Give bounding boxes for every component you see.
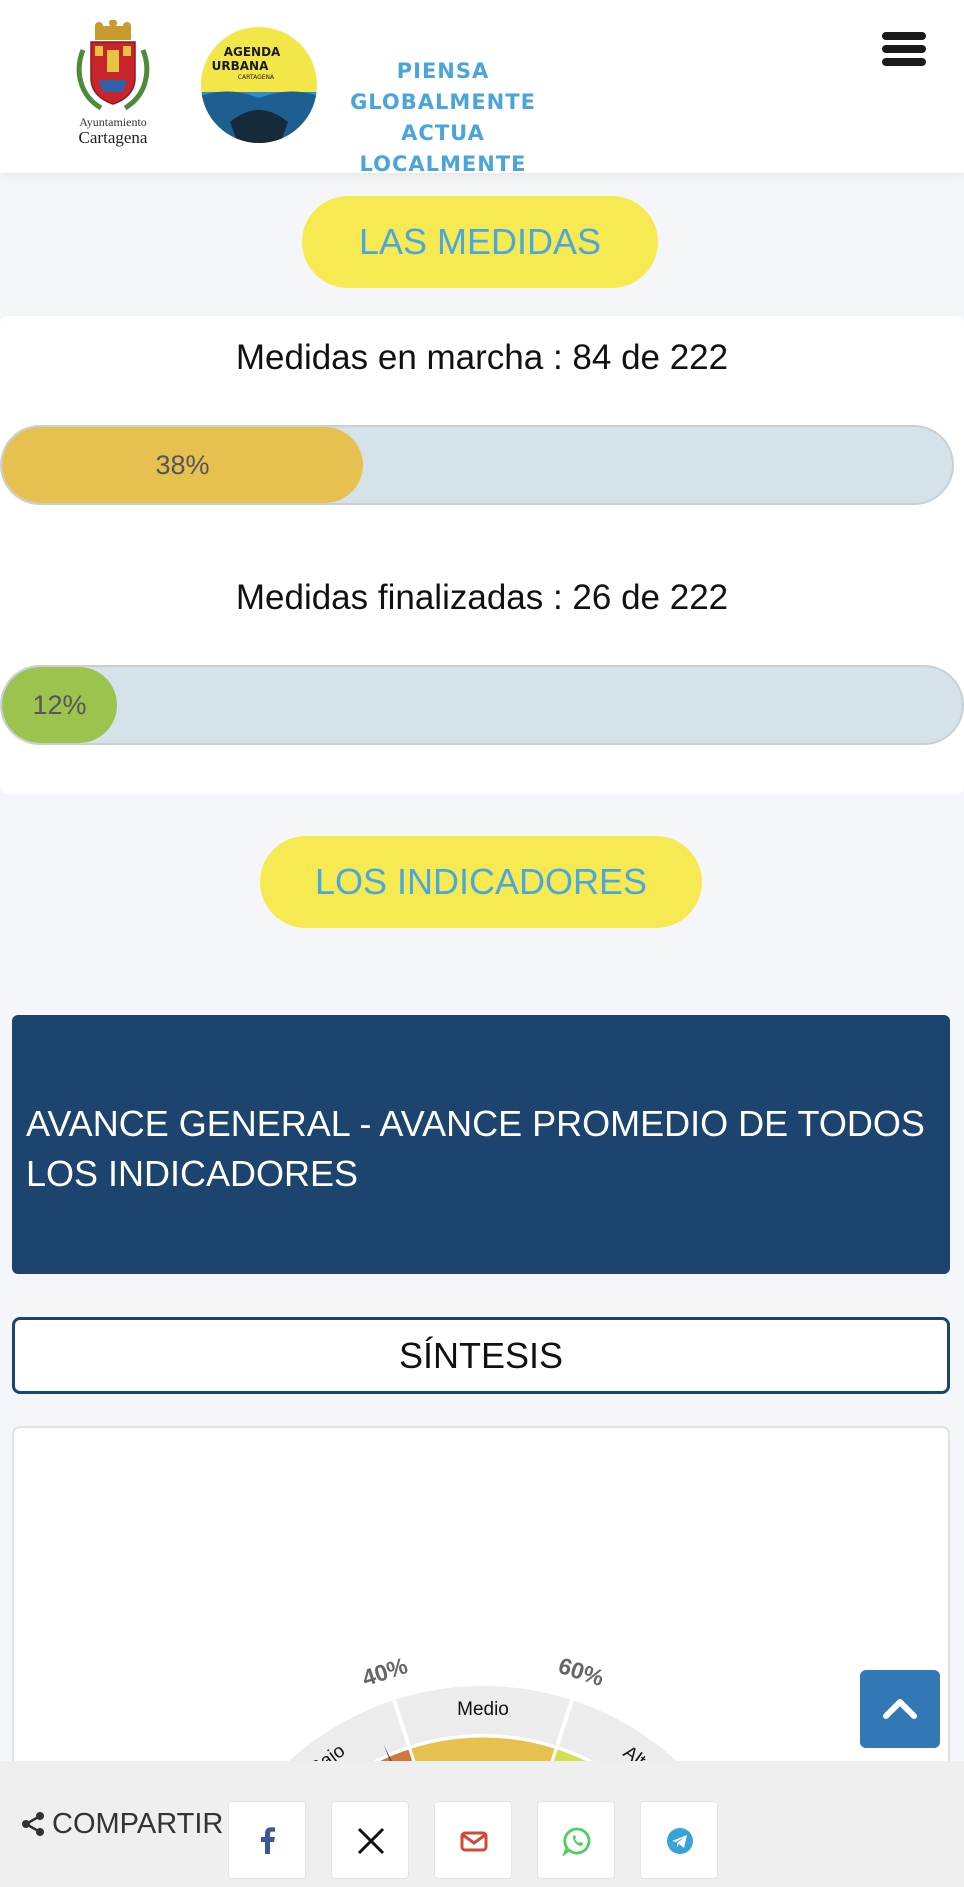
crest-caption-line2: Cartagena xyxy=(78,128,148,147)
site-header: Ayuntamiento Cartagena AGENDA URBANA CAR… xyxy=(0,0,964,176)
agenda-urbana-logo[interactable]: AGENDA URBANA CARTAGENA xyxy=(200,26,318,144)
hamburger-icon[interactable] xyxy=(882,32,926,70)
medidas-finalizadas-percent: 12% xyxy=(32,690,87,720)
las-medidas-button[interactable]: LAS MEDIDAS xyxy=(302,196,658,288)
medidas-en-marcha-progress: 38% xyxy=(0,425,954,505)
cartagena-crest-icon xyxy=(76,20,150,111)
agenda-logo-line1: AGENDA xyxy=(224,45,281,59)
gauge-tick-label: 60% xyxy=(555,1652,607,1691)
share-facebook-button[interactable] xyxy=(228,1801,306,1879)
share-x-button[interactable] xyxy=(331,1801,409,1879)
slogan-line2: ACTUA LOCALMENTE xyxy=(359,121,527,176)
share-email-button[interactable] xyxy=(434,1801,512,1879)
share-bar: COMPARTIR xyxy=(0,1761,964,1887)
gauge-zone-label: Medio xyxy=(457,1699,509,1720)
slogan-line1: PIENSA GLOBALMENTE xyxy=(350,59,536,114)
agenda-logo-line3: CARTAGENA xyxy=(238,74,275,81)
avance-general-banner: AVANCE GENERAL - AVANCE PROMEDIO DE TODO… xyxy=(12,1015,950,1274)
medidas-finalizadas-fill: 12% xyxy=(2,667,117,743)
chevron-up-icon xyxy=(883,1699,917,1719)
share-telegram-button[interactable] xyxy=(640,1801,718,1879)
whatsapp-icon xyxy=(562,1827,591,1856)
share-whatsapp-button[interactable] xyxy=(537,1801,615,1879)
email-icon xyxy=(460,1831,488,1852)
share-icon xyxy=(22,1812,44,1836)
share-label-text: COMPARTIR xyxy=(52,1808,224,1840)
slogan: PIENSA GLOBALMENTE ACTUA LOCALMENTE xyxy=(328,56,558,180)
medidas-en-marcha-label: Medidas en marcha : 84 de 222 xyxy=(235,338,729,377)
gauge-tick-label: 40% xyxy=(359,1652,411,1691)
medidas-card: Medidas en marcha : 84 de 222 38% Medida… xyxy=(0,316,964,794)
avance-general-title: AVANCE GENERAL - AVANCE PROMEDIO DE TODO… xyxy=(26,1103,925,1194)
ayuntamiento-logo[interactable]: Ayuntamiento Cartagena xyxy=(68,20,158,150)
agenda-logo-line2: URBANA xyxy=(212,59,269,73)
medidas-finalizadas-progress: 12% xyxy=(0,665,964,745)
x-icon xyxy=(357,1827,385,1855)
medidas-finalizadas-label: Medidas finalizadas : 26 de 222 xyxy=(235,578,729,617)
back-to-top-button[interactable] xyxy=(860,1670,940,1748)
medidas-en-marcha-percent: 38% xyxy=(155,450,210,480)
medidas-en-marcha-fill: 38% xyxy=(2,427,363,503)
facebook-icon xyxy=(261,1827,275,1854)
share-label: COMPARTIR xyxy=(20,1761,223,1887)
sintesis-button[interactable]: SÍNTESIS xyxy=(12,1317,950,1394)
los-indicadores-button[interactable]: LOS INDICADORES xyxy=(260,836,702,928)
telegram-icon xyxy=(667,1828,693,1854)
